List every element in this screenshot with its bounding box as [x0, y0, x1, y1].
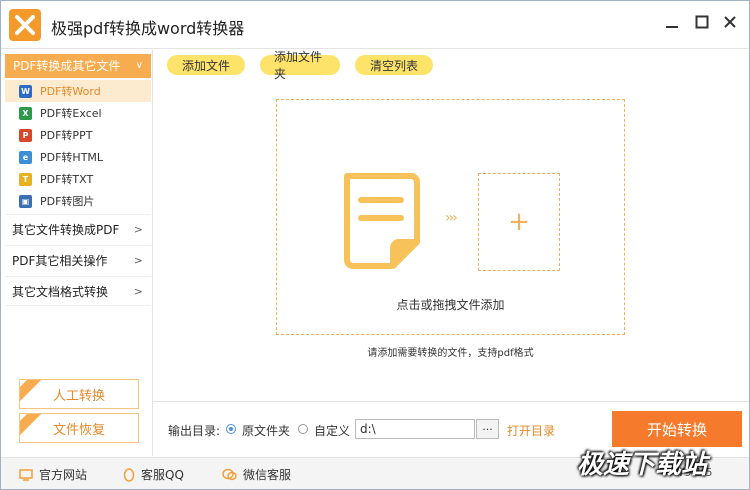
open-directory-link[interactable]: 打开目录	[507, 422, 555, 439]
sidebar-item-label: PDF转TXT	[40, 173, 94, 186]
file-drop-zone[interactable]: ››› + 点击或拖拽文件添加	[276, 99, 625, 335]
ribbon-decoration	[20, 380, 44, 406]
add-file-button[interactable]: 添加文件	[167, 55, 245, 75]
sidebar-item-label: PDF转HTML	[40, 151, 104, 164]
title-bar: 极强pdf转换成word转换器	[1, 1, 749, 49]
category-pdf-to-other[interactable]: PDF转换成其它文件 ∨	[5, 54, 151, 78]
image-icon: ▣	[19, 194, 32, 208]
footer-label: 微信客服	[243, 468, 292, 482]
sidebar-item-label: PDF转Word	[40, 85, 101, 98]
radio-custom-label: 自定义	[314, 424, 351, 438]
html-icon: e	[19, 150, 32, 164]
sidebar-item-pdf-to-txt[interactable]: T PDF转TXT	[5, 168, 151, 190]
ppt-icon: P	[19, 128, 32, 142]
arrows-icon: ›››	[445, 210, 458, 226]
browse-button[interactable]: ···	[476, 419, 499, 439]
excel-icon: X	[19, 106, 32, 120]
sidebar-item-label: PDF转图片	[40, 195, 95, 208]
sidebar-item-pdf-to-html[interactable]: e PDF转HTML	[5, 146, 151, 168]
output-dir-label: 输出目录:	[168, 424, 221, 438]
maximize-button[interactable]	[691, 11, 713, 33]
chevron-right-icon: >	[133, 285, 143, 298]
official-website-link[interactable]: 官方网站	[19, 466, 87, 483]
watermark: 极速下载站	[577, 450, 708, 480]
close-button[interactable]	[719, 11, 741, 33]
radio-original-folder[interactable]	[226, 424, 236, 434]
app-title: 极强pdf转换成word转换器	[51, 19, 245, 38]
wechat-service-link[interactable]: 微信客服	[222, 466, 291, 483]
category-label: PDF其它相关操作	[12, 254, 108, 268]
radio-original-folder-label: 原文件夹	[242, 424, 291, 438]
category-label: 其它文件转换成PDF	[12, 223, 120, 237]
button-label: 人工转换	[52, 388, 105, 404]
ribbon-decoration	[20, 414, 44, 440]
document-icon	[344, 173, 420, 269]
file-recovery-button[interactable]: 文件恢复	[19, 413, 139, 443]
txt-icon: T	[19, 172, 32, 186]
chevron-right-icon: >	[133, 254, 143, 267]
start-convert-button[interactable]: 开始转换	[612, 411, 742, 447]
add-folder-button[interactable]: 添加文件夹	[260, 50, 340, 81]
sidebar-item-pdf-to-word[interactable]: W PDF转Word	[5, 80, 151, 102]
category-label: PDF转换成其它文件	[13, 59, 121, 73]
category-pdf-other-ops[interactable]: PDF其它相关操作 >	[5, 245, 151, 275]
monitor-icon	[19, 468, 33, 481]
app-window: 极强pdf转换成word转换器 PDF转换成其它文件 ∨ W PDF转Word …	[0, 0, 750, 490]
app-logo-icon	[9, 9, 41, 41]
manual-convert-button[interactable]: 人工转换	[19, 379, 139, 409]
category-other-formats[interactable]: 其它文档格式转换 >	[5, 276, 151, 306]
sidebar-item-label: PDF转PPT	[40, 129, 93, 142]
footer-label: 客服QQ	[141, 468, 184, 482]
sidebar: PDF转换成其它文件 ∨ W PDF转Word X PDF转Excel P PD…	[1, 50, 153, 456]
sidebar-item-pdf-to-image[interactable]: ▣ PDF转图片	[5, 190, 151, 212]
sidebar-item-pdf-to-ppt[interactable]: P PDF转PPT	[5, 124, 151, 146]
category-label: 其它文档格式转换	[12, 285, 109, 299]
add-file-plus-icon[interactable]: +	[478, 173, 560, 271]
category-other-to-pdf[interactable]: 其它文件转换成PDF >	[5, 214, 151, 244]
button-label: 文件恢复	[52, 422, 105, 438]
sidebar-item-label: PDF转Excel	[40, 107, 102, 120]
sidebar-item-pdf-to-excel[interactable]: X PDF转Excel	[5, 102, 151, 124]
wechat-icon	[222, 468, 237, 481]
customer-qq-link[interactable]: 客服QQ	[123, 466, 184, 483]
output-path-input[interactable]	[355, 419, 475, 439]
clear-list-button[interactable]: 清空列表	[355, 55, 433, 75]
footer-label: 官方网站	[39, 468, 88, 482]
chevron-right-icon: >	[133, 223, 143, 236]
word-icon: W	[19, 84, 32, 98]
radio-custom[interactable]	[298, 424, 308, 434]
drop-zone-hint: 请添加需要转换的文件，支持pdf格式	[367, 348, 534, 359]
minimize-button[interactable]	[661, 11, 683, 33]
chevron-down-icon: ∨	[135, 60, 143, 71]
qq-icon	[123, 467, 135, 482]
drop-zone-text: 点击或拖拽文件添加	[396, 298, 505, 312]
